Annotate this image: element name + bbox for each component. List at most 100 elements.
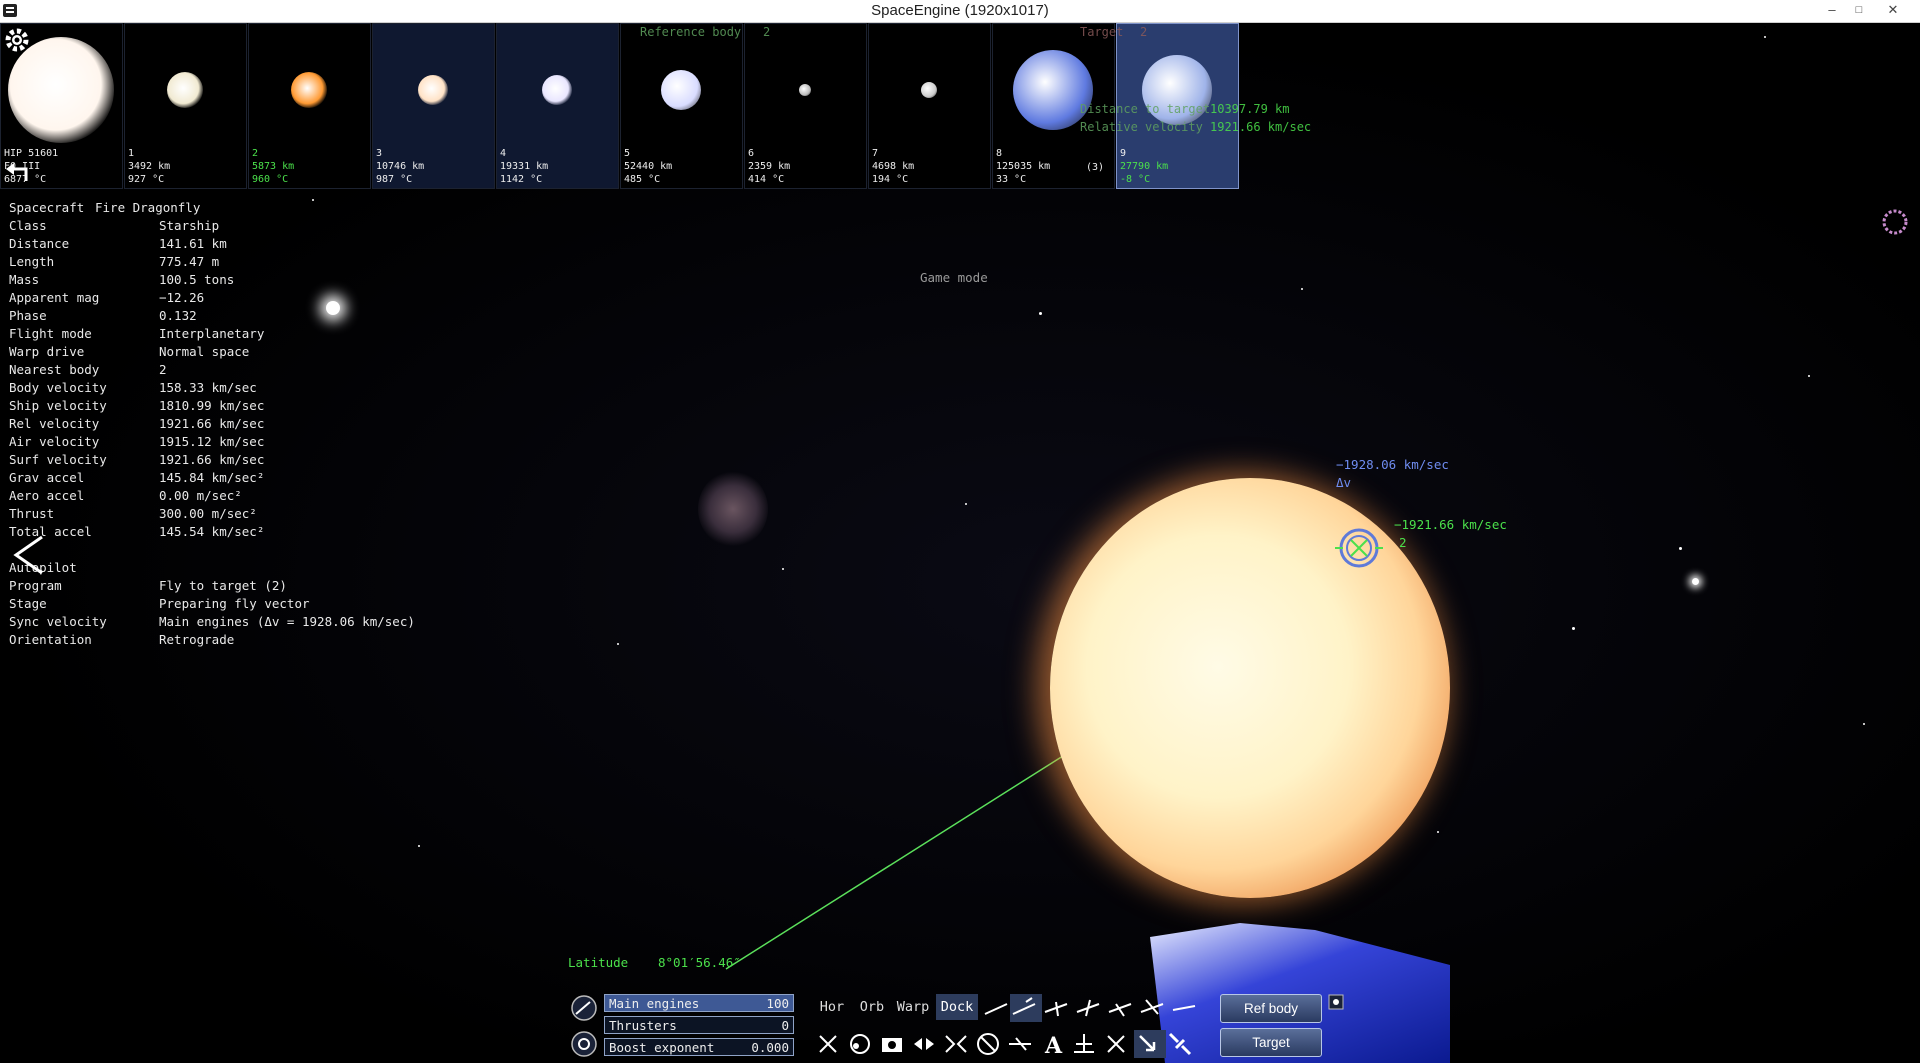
info-key: Distance — [9, 236, 70, 251]
info-value: 1921.66 km/sec — [159, 416, 265, 431]
flight-control-bar: Main engines 100 Thrusters 0 Boost expon… — [566, 988, 1354, 1063]
info-value: Fly to target (2) — [159, 578, 287, 593]
system-object-tile[interactable]: 2 5873 km 960 °C — [248, 23, 371, 189]
engine-icon[interactable] — [570, 994, 598, 1022]
system-object-tile[interactable]: 1 3492 km 927 °C — [124, 23, 247, 189]
settings-small-icon[interactable] — [1328, 994, 1344, 1010]
maneuver-2-icon[interactable] — [1010, 994, 1042, 1022]
object-label: 4 19331 km 1142 °C — [500, 147, 548, 186]
info-key: Apparent mag — [9, 290, 100, 305]
info-value: 1921.66 km/sec — [159, 452, 265, 467]
object-thumbnail — [921, 82, 937, 98]
restore-button[interactable]: □ — [1846, 0, 1872, 20]
boost-exponent-label: Boost exponent — [609, 1040, 715, 1055]
dock-icon[interactable] — [942, 1030, 974, 1058]
info-value: Starship — [159, 218, 220, 233]
info-key: Phase — [9, 308, 47, 323]
object-thumbnail — [542, 75, 572, 105]
grid-icon[interactable] — [1070, 1030, 1102, 1058]
mode-dock-button[interactable]: Dock — [936, 994, 978, 1020]
system-object-tile[interactable]: 4 19331 km 1142 °C — [496, 23, 619, 189]
reference-body-label: Reference body — [640, 25, 742, 39]
settings-gear-icon[interactable] — [2, 25, 32, 55]
maneuver-1-icon[interactable] — [982, 994, 1010, 1022]
target-button[interactable]: Target — [1220, 1028, 1322, 1057]
system-object-tile[interactable]: 7 4698 km 194 °C — [868, 23, 991, 189]
object-line3: 987 °C — [376, 174, 413, 185]
object-line3: 927 °C — [128, 174, 165, 185]
mode-orb-button[interactable]: Orb — [854, 994, 890, 1020]
maneuver-icon-row — [982, 994, 1202, 1022]
target-label: Target — [1080, 25, 1124, 39]
maneuver-7-icon[interactable] — [1170, 994, 1202, 1022]
info-value: 1915.12 km/sec — [159, 434, 265, 449]
info-key: Length — [9, 254, 55, 269]
delta-v-readout: −1928.06 km/sec — [1336, 457, 1449, 472]
pointer-icon[interactable] — [1134, 1030, 1166, 1058]
velocity-icon[interactable] — [1006, 1030, 1038, 1058]
info-key: Class — [9, 218, 47, 233]
main-engines-slider[interactable]: Main engines 100 — [604, 994, 794, 1012]
boost-exponent-slider[interactable]: Boost exponent 0.000 — [604, 1038, 794, 1056]
thruster-icon[interactable] — [570, 1030, 598, 1058]
svg-text:A: A — [1044, 1033, 1063, 1058]
collapse-panel-arrow-icon[interactable] — [10, 533, 46, 577]
satellite-icon[interactable] — [1166, 1030, 1198, 1058]
no-target-icon[interactable] — [974, 1030, 1006, 1058]
planet-2[interactable] — [1050, 478, 1450, 898]
info-value: 775.47 m — [159, 254, 220, 269]
maneuver-4-icon[interactable] — [1074, 994, 1106, 1022]
maneuver-3-icon[interactable] — [1042, 994, 1074, 1022]
maneuver-6-icon[interactable] — [1138, 994, 1170, 1022]
object-label: 3 10746 km 987 °C — [376, 147, 424, 186]
relative-velocity-value: 1921.66 km/sec — [1210, 120, 1312, 134]
target-marker-icon[interactable] — [1333, 522, 1385, 574]
ref-body-button[interactable]: Ref body — [1220, 994, 1322, 1023]
system-object-tile[interactable]: 3 10746 km 987 °C — [372, 23, 495, 189]
align-icon[interactable] — [910, 1030, 942, 1058]
mode-warp-button[interactable]: Warp — [892, 994, 934, 1020]
info-key: Thrust — [9, 506, 55, 521]
info-key: Rel velocity — [9, 416, 100, 431]
object-thumbnail — [418, 75, 448, 105]
info-row: Apparent mag −12.26 — [9, 289, 415, 307]
object-line2: 5873 km — [252, 161, 295, 172]
orbit-icon[interactable] — [846, 1030, 878, 1058]
object-line3: 414 °C — [748, 174, 785, 185]
cross-icon[interactable] — [1102, 1030, 1134, 1058]
thrusters-slider[interactable]: Thrusters 0 — [604, 1016, 794, 1034]
info-row: Warp drive Normal space — [9, 343, 415, 361]
system-object-tile[interactable]: 5 52440 km 485 °C — [620, 23, 743, 189]
info-row: Surf velocity 1921.66 km/sec — [9, 451, 415, 469]
object-line2: 19331 km — [500, 161, 549, 172]
info-key: Air velocity — [9, 434, 100, 449]
info-row: Distance 141.61 km — [9, 235, 415, 253]
info-row: Body velocity 158.33 km/sec — [9, 379, 415, 397]
camera-icon[interactable] — [878, 1030, 910, 1058]
system-object-tile[interactable]: 6 2359 km 414 °C — [744, 23, 867, 189]
close-button[interactable]: ✕ — [1880, 0, 1906, 20]
info-value: Normal space — [159, 344, 250, 359]
info-row: Program Fly to target (2) — [9, 577, 415, 595]
info-row: Stage Preparing fly vector — [9, 595, 415, 613]
target-value: 2 — [1140, 25, 1148, 39]
info-row: Total accel 145.54 km/sec² — [9, 523, 415, 541]
labels-icon[interactable]: A — [1038, 1030, 1070, 1058]
info-value: Main engines (Δv = 1928.06 km/sec) — [159, 614, 415, 629]
info-row: Class Starship — [9, 217, 415, 235]
maneuver-5-icon[interactable] — [1106, 994, 1138, 1022]
info-value: −12.26 — [159, 290, 205, 305]
info-row: Thrust 300.00 m/sec² — [9, 505, 415, 523]
info-key: Ship velocity — [9, 398, 107, 413]
info-key: Orientation — [9, 632, 92, 647]
latitude-value: 8°01′56.46″ — [658, 955, 741, 970]
target-name-label: 2 — [1399, 535, 1407, 550]
space-viewport[interactable]: −1928.06 km/sec Δv −1921.66 km/sec 2 Gam… — [0, 23, 1920, 1063]
back-arrow-icon[interactable] — [4, 161, 30, 183]
latitude-label: Latitude — [568, 955, 629, 970]
fullscreen-icon[interactable] — [814, 1030, 846, 1058]
object-name: 1 — [128, 148, 135, 159]
object-thumbnail — [167, 72, 203, 108]
minimize-button[interactable]: – — [1819, 0, 1845, 20]
mode-hor-button[interactable]: Hor — [814, 994, 850, 1020]
